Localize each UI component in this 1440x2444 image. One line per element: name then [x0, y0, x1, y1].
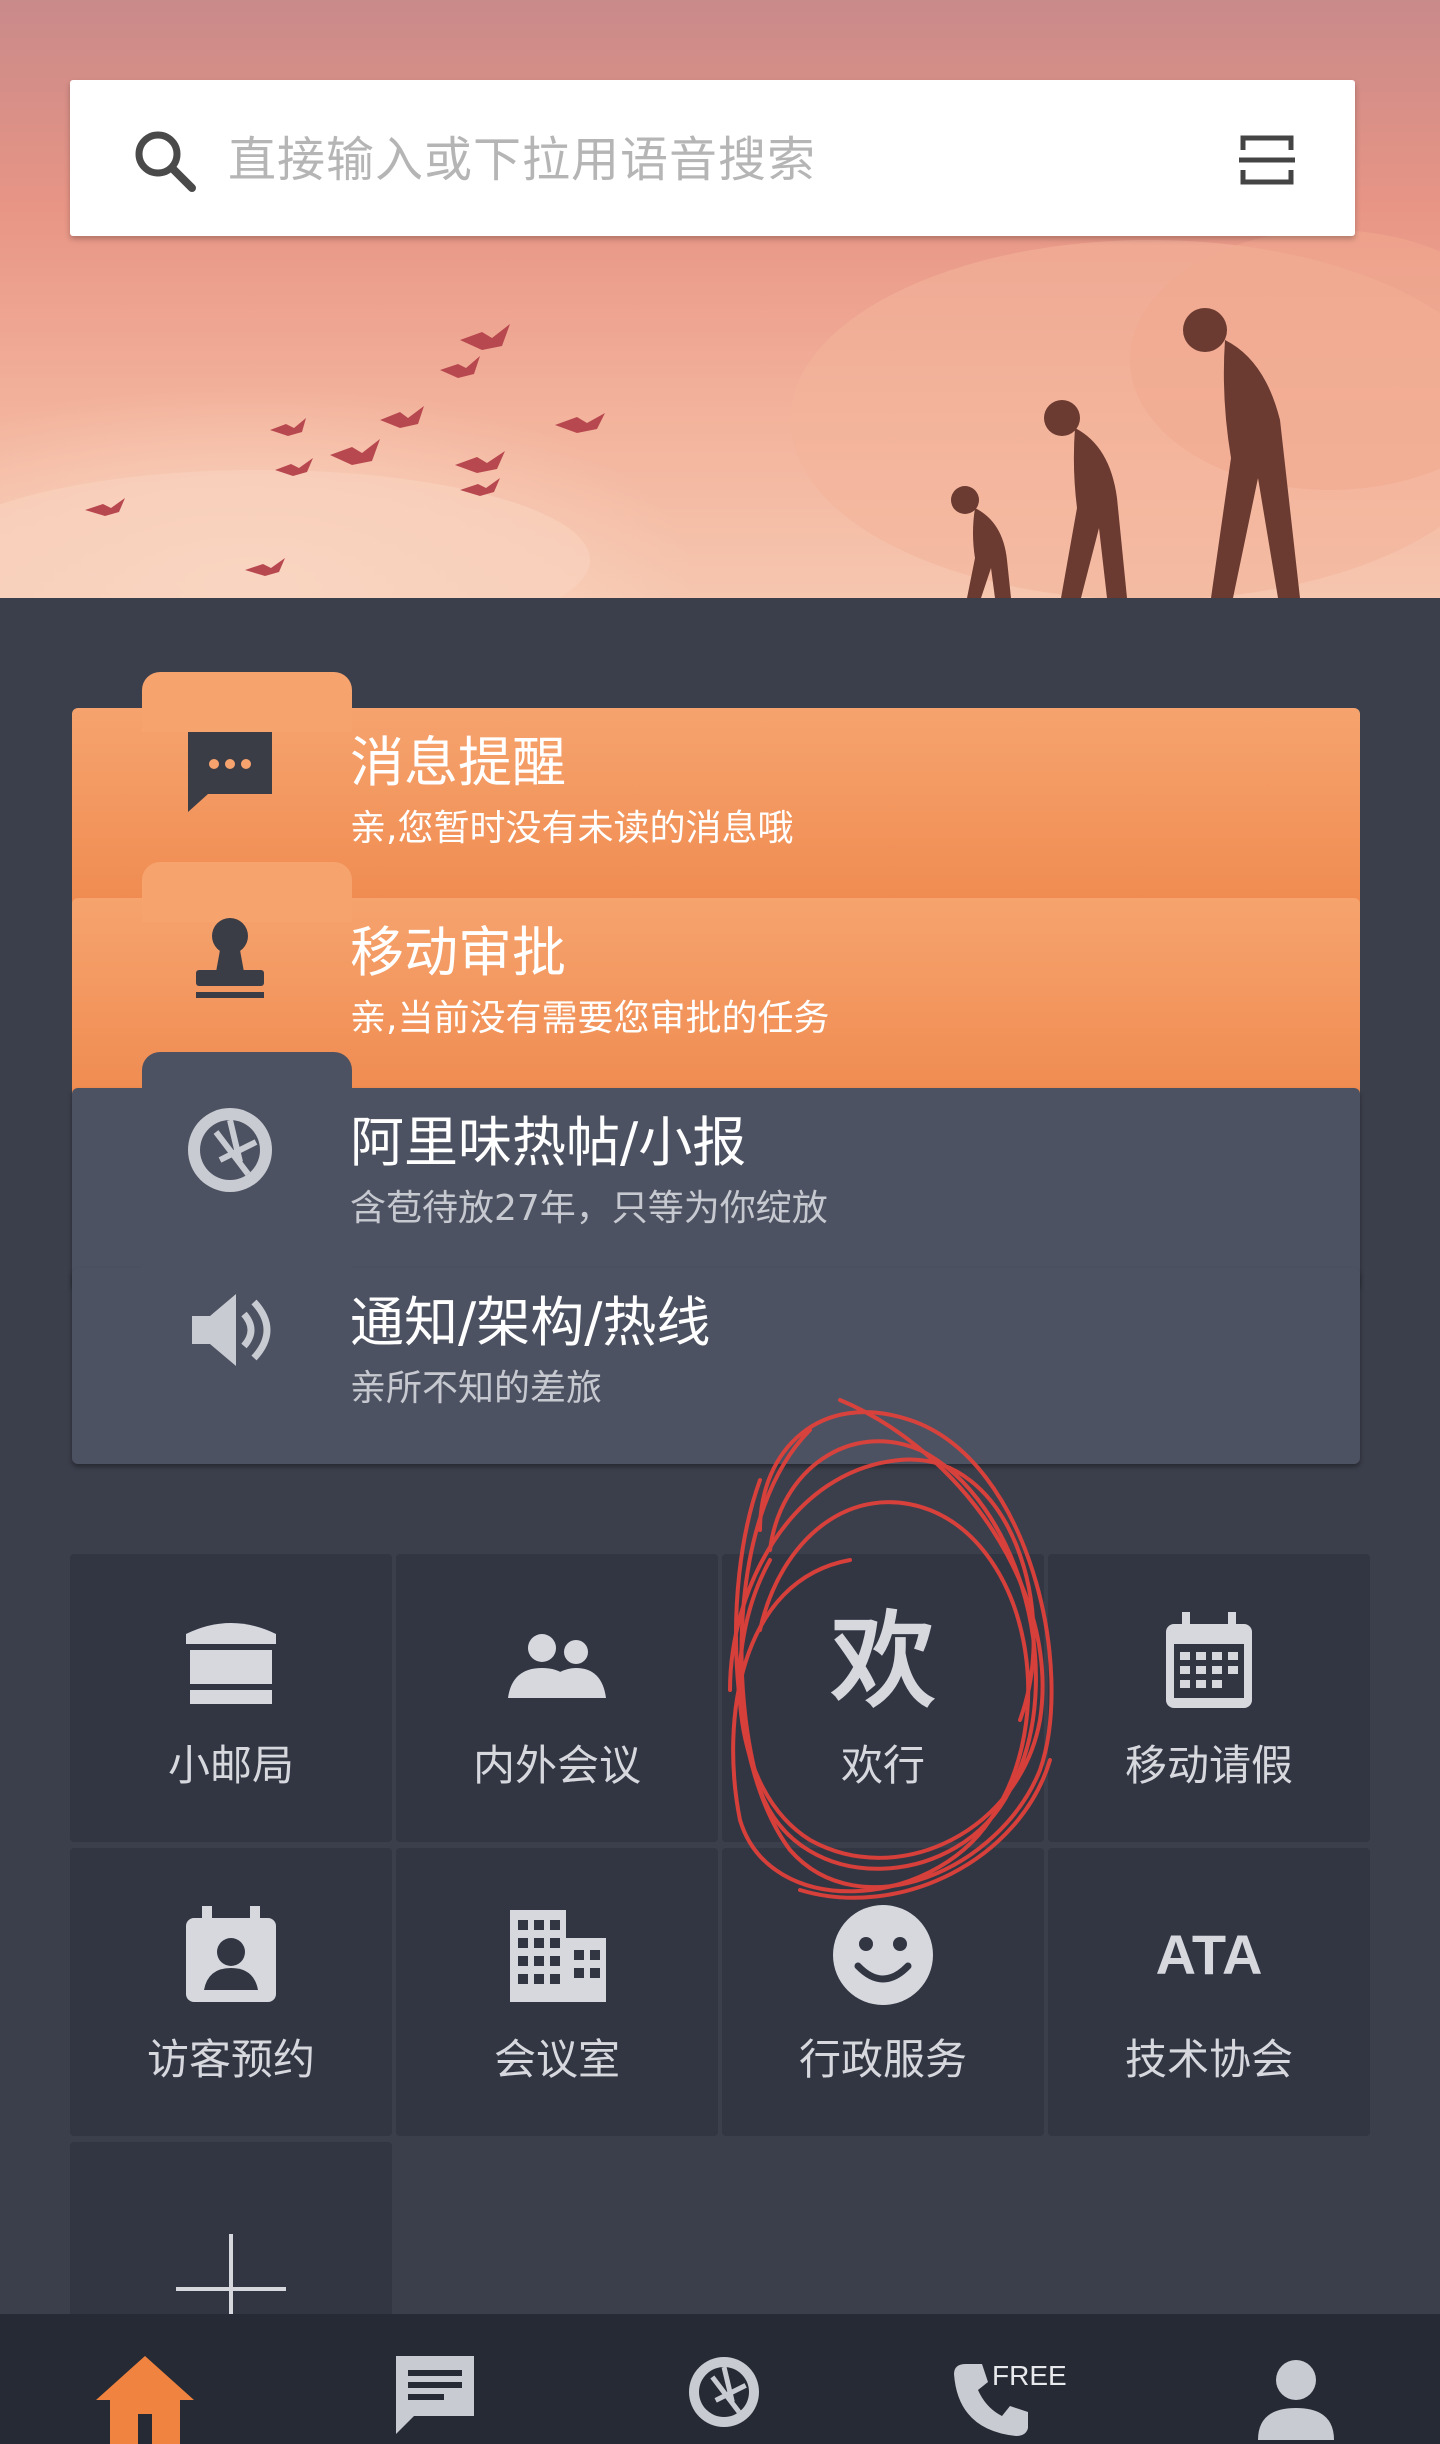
aperture-icon	[689, 2357, 759, 2427]
tile-post-office[interactable]: 小邮局	[70, 1554, 392, 1842]
card-title: 消息提醒	[350, 731, 566, 794]
card-subtitle: 含苞待放27年，只等为你绽放	[350, 1188, 828, 1229]
nav-home[interactable]	[90, 2350, 210, 2444]
nav-profile[interactable]	[1254, 2356, 1374, 2444]
aperture-icon	[188, 1108, 272, 1192]
stamp-icon	[196, 918, 264, 998]
card-notice-hotline[interactable]: 通知/架构/热线 亲所不知的差旅	[72, 1232, 1360, 1464]
nav-discover[interactable]	[684, 2352, 804, 2444]
tile-visitor-booking[interactable]: 访客预约	[70, 1848, 392, 2136]
card-title: 通知/架构/热线	[350, 1291, 711, 1354]
tile-label: 会议室	[493, 2035, 620, 2084]
tile-label: 技术协会	[1124, 2035, 1293, 2084]
mailbox-icon	[186, 1623, 276, 1704]
tile-meetings[interactable]: 内外会议	[396, 1554, 718, 1842]
scan-icon[interactable]	[1239, 132, 1295, 188]
smiley-icon	[833, 1905, 933, 2005]
home-icon	[96, 2356, 194, 2444]
chat-icon	[188, 732, 272, 812]
tile-leave-request[interactable]: 移动请假	[1048, 1554, 1370, 1842]
card-subtitle: 亲所不知的差旅	[350, 1368, 603, 1409]
free-badge: FREE	[992, 2360, 1067, 2391]
profile-icon	[1258, 2360, 1334, 2440]
tile-label: 移动请假	[1124, 1741, 1293, 1790]
tile-label: 行政服务	[798, 2035, 967, 2084]
card-subtitle: 亲,当前没有需要您审批的任务	[350, 998, 830, 1039]
ata-text-icon: ATA	[1155, 1923, 1263, 1986]
tile-admin-service[interactable]: 行政服务	[722, 1848, 1044, 2136]
tile-label: 欢行	[840, 1741, 925, 1790]
tile-label: 小邮局	[167, 1741, 294, 1790]
search-placeholder[interactable]: 直接输入或下拉用语音搜索	[228, 130, 816, 190]
nav-messages[interactable]	[390, 2350, 510, 2444]
card-title: 移动审批	[350, 921, 566, 984]
tile-huanxing[interactable]: 欢 欢行	[722, 1554, 1044, 1842]
tile-tech-association[interactable]: ATA 技术协会	[1048, 1848, 1370, 2136]
message-icon	[396, 2356, 474, 2434]
search-bar[interactable]: 直接输入或下拉用语音搜索	[70, 80, 1355, 236]
people-icon	[508, 1634, 606, 1698]
tile-label: 内外会议	[472, 1741, 641, 1790]
huan-char-icon: 欢	[830, 1600, 935, 1722]
search-icon	[135, 131, 196, 192]
calendar-icon	[1166, 1612, 1252, 1708]
tile-meeting-room[interactable]: 会议室	[396, 1848, 718, 2136]
card-subtitle: 亲,您暂时没有未读的消息哦	[350, 808, 794, 849]
tile-label: 访客预约	[146, 2035, 315, 2084]
building-icon	[510, 1910, 606, 2002]
card-title: 阿里味热帖/小报	[350, 1111, 747, 1174]
visitor-badge-icon	[186, 1906, 276, 2002]
speaker-icon	[192, 1294, 271, 1366]
